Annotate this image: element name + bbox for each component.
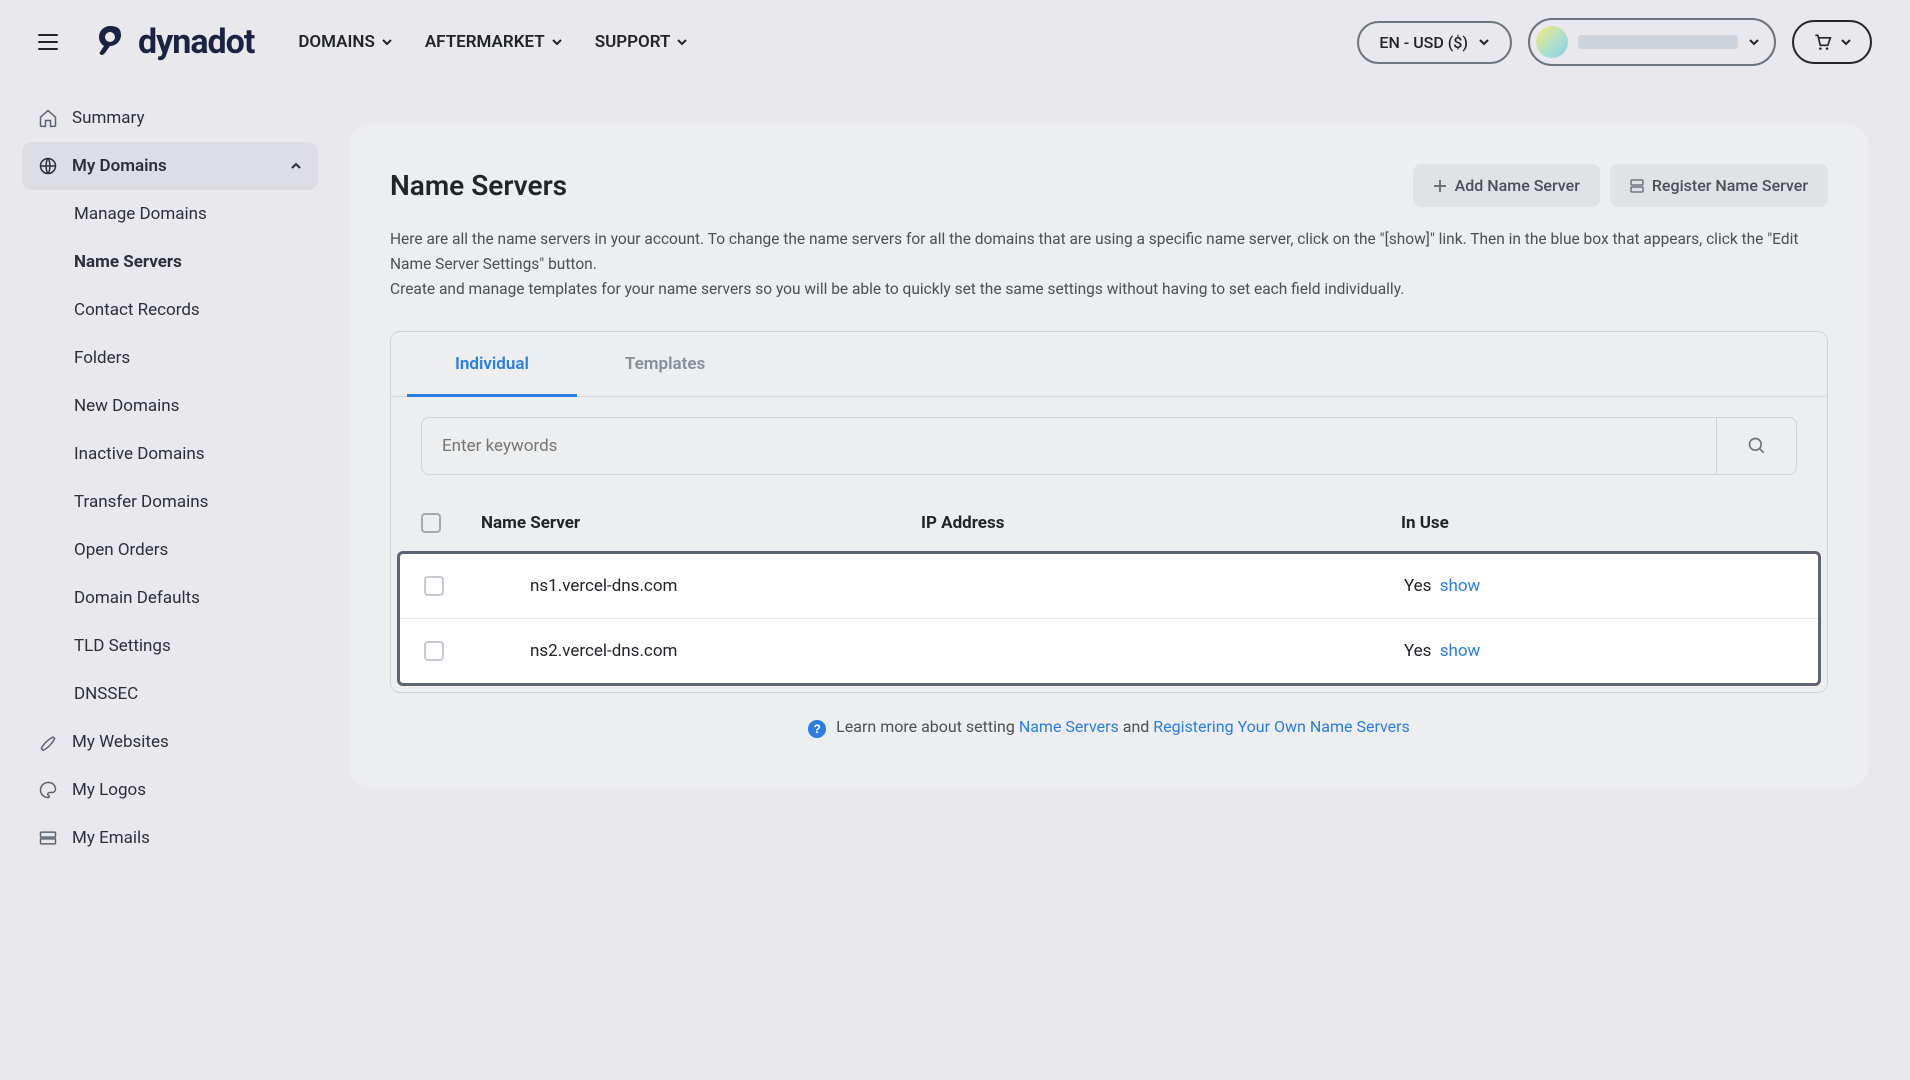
- sidebar-sub-inactive-domains[interactable]: Inactive Domains: [58, 430, 318, 478]
- logo-icon: [88, 20, 132, 64]
- cart-button[interactable]: [1792, 20, 1872, 64]
- user-name-redacted: [1578, 35, 1738, 49]
- page-title: Name Servers: [390, 169, 567, 202]
- plus-icon: [1433, 179, 1447, 193]
- learn-link-name-servers[interactable]: Name Servers: [1019, 717, 1119, 736]
- globe-icon: [38, 156, 58, 176]
- sidebar-sub-new-domains[interactable]: New Domains: [58, 382, 318, 430]
- search-button[interactable]: [1716, 418, 1796, 474]
- column-in-use: In Use: [1401, 513, 1797, 533]
- sidebar-item-summary[interactable]: Summary: [22, 94, 318, 142]
- sidebar-item-label: My Emails: [72, 828, 150, 848]
- register-name-server-button[interactable]: Register Name Server: [1610, 164, 1828, 207]
- learn-more-text: ?Learn more about setting Name Servers a…: [390, 693, 1828, 747]
- sidebar-sub-name-servers[interactable]: Name Servers: [58, 238, 318, 286]
- palette-icon: [38, 780, 58, 800]
- sidebar-sub-domain-defaults[interactable]: Domain Defaults: [58, 574, 318, 622]
- table-row: ns1.vercel-dns.com Yes show: [400, 554, 1818, 618]
- sidebar-item-label: Summary: [72, 108, 144, 128]
- row-checkbox[interactable]: [424, 641, 444, 661]
- search-icon: [1747, 436, 1767, 456]
- nav-aftermarket[interactable]: AFTERMARKET: [425, 32, 563, 52]
- avatar: [1536, 26, 1568, 58]
- column-ip-address: IP Address: [921, 513, 1381, 533]
- server-icon: [38, 828, 58, 848]
- cell-name-server: ns2.vercel-dns.com: [484, 641, 904, 661]
- chevron-down-icon: [1478, 36, 1490, 48]
- sidebar-item-label: My Logos: [72, 780, 146, 800]
- show-link[interactable]: show: [1440, 576, 1481, 596]
- name-servers-panel: Individual Templates Name Server IP Addr…: [390, 331, 1828, 693]
- table-row: ns2.vercel-dns.com Yes show: [400, 618, 1818, 683]
- chevron-up-icon: [290, 160, 302, 172]
- sidebar-sub-folders[interactable]: Folders: [58, 334, 318, 382]
- chevron-down-icon: [676, 36, 688, 48]
- sidebar: Summary My Domains Manage Domains Name S…: [0, 84, 340, 862]
- sidebar-sub-tld-settings[interactable]: TLD Settings: [58, 622, 318, 670]
- sidebar-item-my-websites[interactable]: My Websites: [22, 718, 318, 766]
- cell-in-use: Yes: [1404, 576, 1431, 596]
- locale-selector[interactable]: EN - USD ($): [1357, 21, 1512, 64]
- sidebar-item-label: My Domains: [72, 156, 167, 176]
- nav-domains[interactable]: DOMAINS: [298, 32, 392, 52]
- tab-templates[interactable]: Templates: [577, 332, 753, 396]
- sidebar-sub-transfer-domains[interactable]: Transfer Domains: [58, 478, 318, 526]
- chevron-down-icon: [551, 36, 563, 48]
- register-icon: [1630, 179, 1644, 193]
- sidebar-sub-open-orders[interactable]: Open Orders: [58, 526, 318, 574]
- show-link[interactable]: show: [1440, 641, 1481, 661]
- sidebar-sub-contact-records[interactable]: Contact Records: [58, 286, 318, 334]
- add-name-server-button[interactable]: Add Name Server: [1413, 164, 1600, 207]
- sidebar-item-my-domains[interactable]: My Domains: [22, 142, 318, 190]
- select-all-checkbox[interactable]: [421, 513, 441, 533]
- tab-individual[interactable]: Individual: [407, 332, 577, 396]
- brush-icon: [38, 732, 58, 752]
- row-checkbox[interactable]: [424, 576, 444, 596]
- home-icon: [38, 108, 58, 128]
- cart-icon: [1812, 32, 1832, 52]
- help-icon: ?: [808, 720, 826, 738]
- learn-link-register[interactable]: Registering Your Own Name Servers: [1153, 717, 1410, 736]
- nav-support[interactable]: SUPPORT: [595, 32, 689, 52]
- column-name-server: Name Server: [481, 513, 901, 533]
- sidebar-sub-dnssec[interactable]: DNSSEC: [58, 670, 318, 718]
- sidebar-item-my-logos[interactable]: My Logos: [22, 766, 318, 814]
- chevron-down-icon: [1840, 36, 1852, 48]
- cell-in-use: Yes: [1404, 641, 1431, 661]
- sidebar-item-label: My Websites: [72, 732, 169, 752]
- cell-name-server: ns1.vercel-dns.com: [484, 576, 904, 596]
- sidebar-sub-manage-domains[interactable]: Manage Domains: [58, 190, 318, 238]
- user-menu[interactable]: [1528, 18, 1776, 66]
- page-description: Here are all the name servers in your ac…: [390, 227, 1828, 301]
- search-input[interactable]: [422, 418, 1716, 474]
- sidebar-item-my-emails[interactable]: My Emails: [22, 814, 318, 862]
- brand-text: dynadot: [138, 22, 254, 62]
- menu-toggle[interactable]: [38, 34, 58, 50]
- brand-logo[interactable]: dynadot: [88, 20, 254, 64]
- chevron-down-icon: [381, 36, 393, 48]
- chevron-down-icon: [1748, 36, 1760, 48]
